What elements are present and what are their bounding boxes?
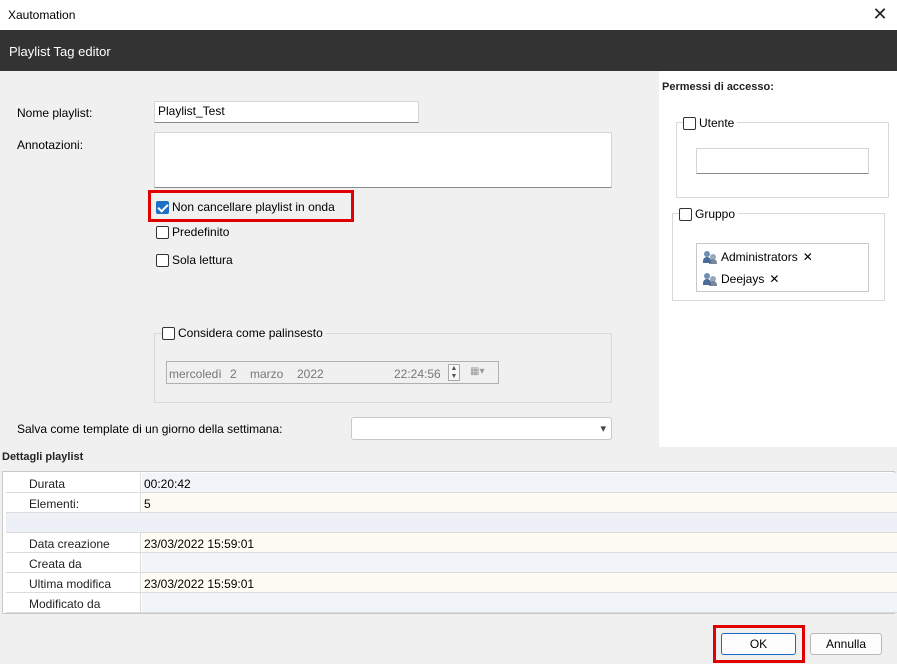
table-row[interactable]: Modificato da <box>6 593 897 613</box>
remove-icon[interactable]: ✕ <box>803 250 813 264</box>
group-label: Gruppo <box>695 207 736 221</box>
window-title: Xautomation <box>8 8 76 22</box>
row-key: Durata <box>6 473 141 492</box>
cancel-button[interactable]: Annulla <box>810 633 882 655</box>
access-title: Permessi di accesso: <box>662 81 774 93</box>
date-year: 2022 <box>297 367 324 381</box>
dialog-title: Playlist Tag editor <box>9 44 111 59</box>
checkbox-icon <box>156 253 169 267</box>
row-key: Data creazione <box>6 533 141 552</box>
group-list[interactable]: Administrators ✕ Deejays ✕ <box>696 243 869 292</box>
table-row[interactable]: Data creazione 23/03/2022 15:59:01 <box>6 533 897 553</box>
row-value <box>142 593 897 612</box>
form-panel: Nome playlist: Playlist_Test Annotazioni… <box>0 71 659 447</box>
template-label: Salva come template di un giorno della s… <box>17 422 283 436</box>
calendar-icon[interactable]: ▦▾ <box>470 366 484 377</box>
date-weekday: mercoledì <box>169 367 222 381</box>
row-key <box>6 513 141 532</box>
row-value: 00:20:42 <box>142 473 897 492</box>
group-checkbox[interactable]: Gruppo <box>679 207 739 221</box>
checkbox-checked-icon <box>156 200 169 214</box>
table-row[interactable]: Creata da <box>6 553 897 573</box>
date-time: 22:24:56 <box>394 367 441 381</box>
ok-button[interactable]: OK <box>721 633 796 655</box>
table-row[interactable]: Durata 00:20:42 <box>6 473 897 493</box>
group-tag-label: Administrators <box>721 250 798 264</box>
template-combobox[interactable]: ▾ <box>351 417 612 440</box>
close-icon[interactable]: ✕ <box>869 4 891 26</box>
checkbox-icon <box>156 225 169 239</box>
checkbox-icon <box>679 207 692 221</box>
date-month: marzo <box>250 367 284 381</box>
row-key: Ultima modifica <box>6 573 141 592</box>
checkbox-icon <box>162 326 175 340</box>
schedule-checkbox[interactable]: Considera come palinsesto <box>162 326 326 340</box>
user-label: Utente <box>699 116 735 130</box>
no-delete-checkbox[interactable]: Non cancellare playlist in onda <box>156 200 335 214</box>
user-checkbox[interactable]: Utente <box>683 116 738 130</box>
notes-label: Annotazioni: <box>17 138 84 152</box>
schedule-label: Considera come palinsesto <box>178 326 323 340</box>
readonly-checkbox[interactable]: Sola lettura <box>156 253 233 267</box>
readonly-label: Sola lettura <box>172 253 233 267</box>
table-row[interactable]: Elementi: 5 <box>6 493 897 513</box>
row-value <box>142 513 897 532</box>
table-row[interactable]: Ultima modifica 23/03/2022 15:59:01 <box>6 573 897 593</box>
date-day: 2 <box>230 367 237 381</box>
dialog-header: Playlist Tag editor <box>0 30 897 71</box>
default-label: Predefinito <box>172 225 230 239</box>
user-group-icon <box>703 250 717 264</box>
datetime-picker[interactable]: mercoledì 2 marzo 2022 22:24:56 ▲ ▼ ▦▾ <box>166 361 499 384</box>
row-value: 23/03/2022 15:59:01 <box>142 533 897 552</box>
row-key: Modificato da <box>6 593 141 612</box>
group-tag-administrators: Administrators ✕ <box>703 250 813 264</box>
time-spinner[interactable]: ▲ ▼ <box>448 364 460 381</box>
no-delete-label: Non cancellare playlist in onda <box>172 200 335 214</box>
row-value: 23/03/2022 15:59:01 <box>142 573 897 592</box>
row-value: 5 <box>142 493 897 512</box>
group-tag-label: Deejays <box>721 272 765 286</box>
row-key: Elementi: <box>6 493 141 512</box>
row-value <box>142 553 897 572</box>
title-bar: Xautomation ✕ <box>0 0 897 30</box>
user-group-icon <box>703 272 717 286</box>
notes-textarea[interactable] <box>154 132 612 188</box>
checkbox-icon <box>683 116 696 130</box>
remove-icon[interactable]: ✕ <box>769 272 779 286</box>
details-title: Dettagli playlist <box>2 451 84 463</box>
name-label: Nome playlist: <box>17 106 93 120</box>
row-key: Creata da <box>6 553 141 572</box>
details-grid: Durata 00:20:42 Elementi: 5 Data creazio… <box>2 471 897 614</box>
group-tag-deejays: Deejays ✕ <box>703 272 779 286</box>
table-row-separator <box>6 513 897 533</box>
access-panel: Permessi di accesso: Utente Gruppo Admin… <box>659 71 897 447</box>
user-input[interactable] <box>696 148 869 174</box>
playlist-name-input[interactable]: Playlist_Test <box>154 101 419 123</box>
chevron-down-icon: ▾ <box>600 423 606 435</box>
default-checkbox[interactable]: Predefinito <box>156 225 229 239</box>
